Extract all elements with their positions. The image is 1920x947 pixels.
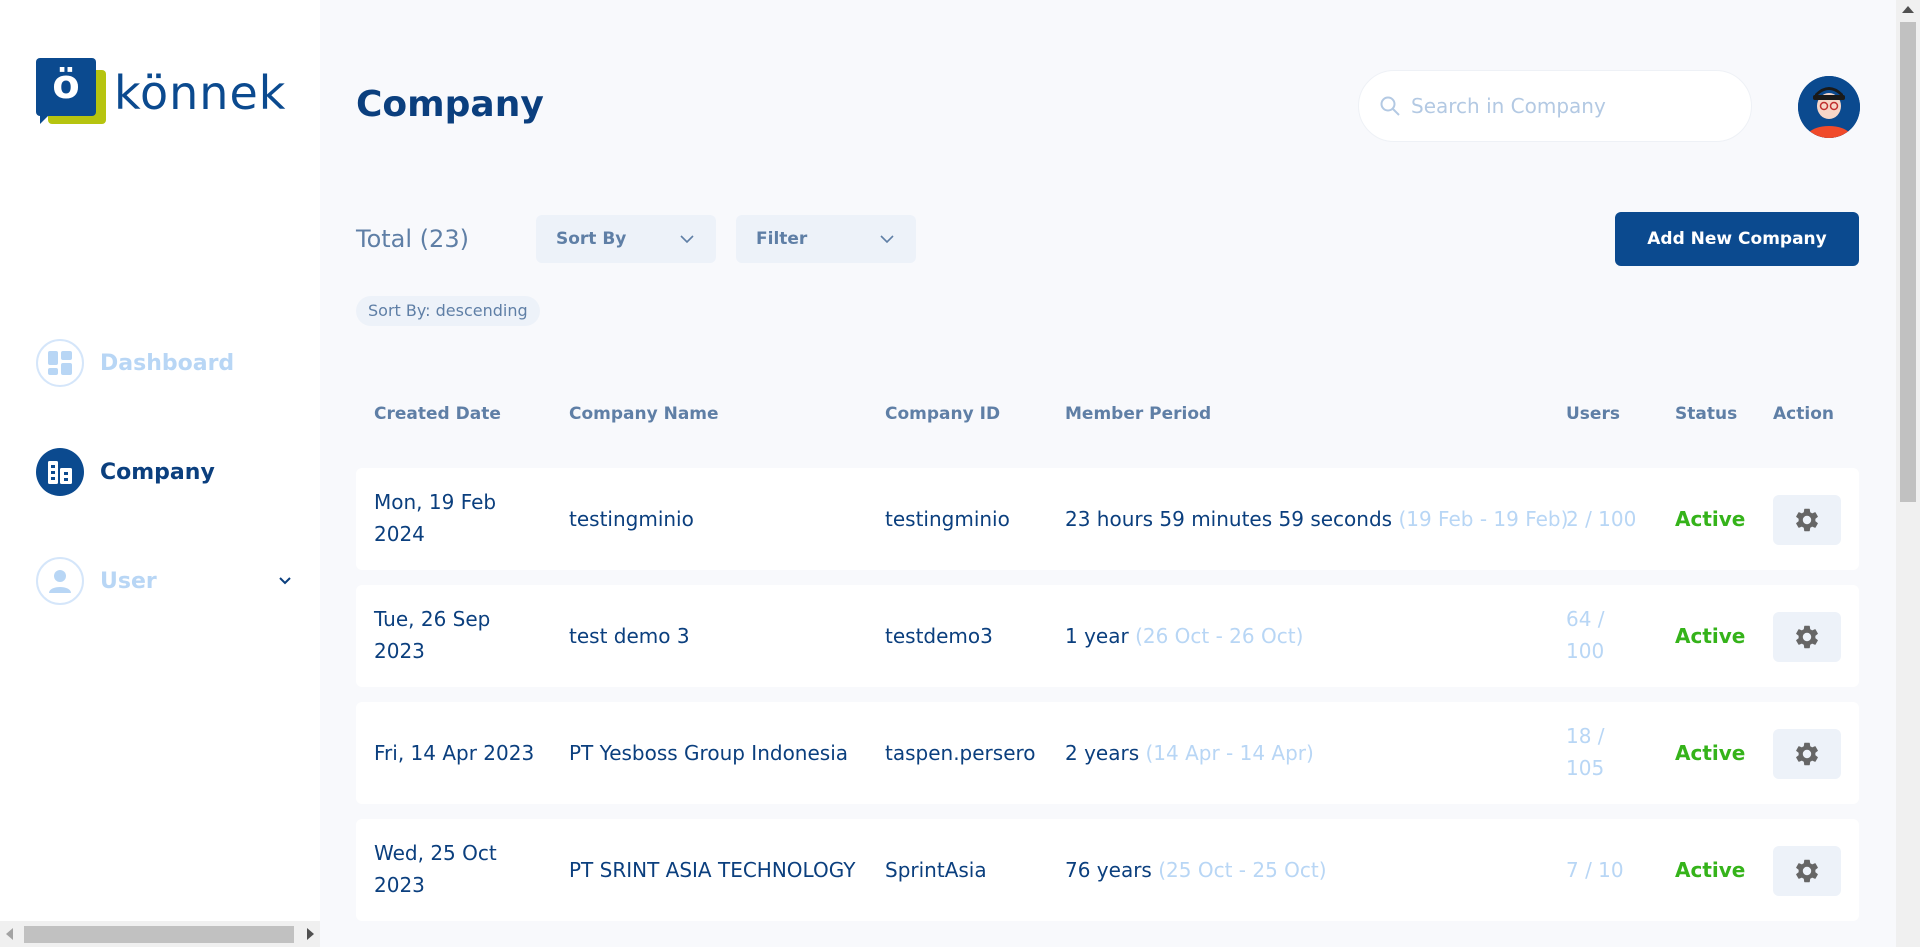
table-header: Created Date Company Name Company ID Mem… bbox=[356, 404, 1859, 430]
table-row[interactable]: Wed, 25 Oct 2023 PT SRINT ASIA TECHNOLOGY… bbox=[356, 819, 1859, 921]
column-header-company-id: Company ID bbox=[885, 404, 1001, 424]
sidebar: ö könnek Dashboard Company User bbox=[0, 0, 320, 947]
column-header-company-name: Company Name bbox=[569, 404, 719, 424]
sort-by-label: Sort By bbox=[556, 229, 627, 249]
company-id: taspen.persero bbox=[885, 741, 1036, 765]
status-badge: Active bbox=[1675, 507, 1746, 531]
member-period: 2 years (14 Apr - 14 Apr) bbox=[1065, 741, 1314, 765]
settings-button[interactable] bbox=[1773, 729, 1841, 779]
company-id: testdemo3 bbox=[885, 624, 993, 648]
sidebar-nav: Dashboard Company User bbox=[36, 338, 296, 665]
scroll-left-icon[interactable] bbox=[6, 928, 13, 940]
created-date: Wed, 25 Oct 2023 bbox=[374, 841, 497, 897]
scroll-right-icon[interactable] bbox=[307, 928, 314, 940]
building-icon bbox=[36, 448, 84, 496]
logo-mark: ö bbox=[36, 58, 108, 128]
vertical-scrollbar[interactable] bbox=[1896, 0, 1920, 947]
member-period: 23 hours 59 minutes 59 seconds (19 Feb -… bbox=[1065, 507, 1569, 531]
gear-icon bbox=[1796, 859, 1818, 883]
scrollbar-thumb[interactable] bbox=[24, 926, 294, 943]
status-badge: Active bbox=[1675, 741, 1746, 765]
table-row[interactable]: Mon, 19 Feb 2024 testingminio testingmini… bbox=[356, 468, 1859, 570]
add-new-company-button[interactable]: Add New Company bbox=[1615, 212, 1859, 266]
settings-button[interactable] bbox=[1773, 495, 1841, 545]
member-period: 1 year (26 Oct - 26 Oct) bbox=[1065, 624, 1304, 648]
avatar[interactable] bbox=[1798, 76, 1860, 138]
sidebar-item-label: User bbox=[100, 568, 157, 594]
users-count: 64 /100 bbox=[1566, 607, 1605, 663]
sort-chip: Sort By: descending bbox=[356, 296, 540, 326]
column-header-action: Action bbox=[1773, 404, 1834, 424]
sidebar-item-company[interactable]: Company bbox=[36, 447, 296, 497]
search-input[interactable] bbox=[1411, 94, 1731, 118]
total-count: Total (23) bbox=[356, 225, 469, 253]
settings-button[interactable] bbox=[1773, 612, 1841, 662]
scroll-up-icon[interactable] bbox=[1902, 6, 1914, 13]
user-icon bbox=[36, 557, 84, 605]
gear-icon bbox=[1796, 508, 1818, 532]
company-table: Mon, 19 Feb 2024 testingminio testingmini… bbox=[356, 468, 1859, 936]
column-header-created-date: Created Date bbox=[374, 404, 501, 424]
users-count: 2 / 100 bbox=[1566, 507, 1637, 531]
gear-icon bbox=[1796, 625, 1818, 649]
created-date: Fri, 14 Apr 2023 bbox=[374, 741, 535, 765]
scrollbar-thumb[interactable] bbox=[1900, 22, 1916, 502]
table-row[interactable]: Fri, 14 Apr 2023 PT Yesboss Group Indone… bbox=[356, 702, 1859, 804]
filter-label: Filter bbox=[756, 229, 808, 249]
sidebar-item-dashboard[interactable]: Dashboard bbox=[36, 338, 296, 388]
column-header-member-period: Member Period bbox=[1065, 404, 1212, 424]
search-box[interactable] bbox=[1358, 70, 1752, 142]
status-badge: Active bbox=[1675, 858, 1746, 882]
created-date: Tue, 26 Sep 2023 bbox=[374, 607, 491, 663]
column-header-status: Status bbox=[1675, 404, 1738, 424]
sort-by-dropdown[interactable]: Sort By bbox=[536, 215, 716, 263]
dashboard-icon bbox=[36, 339, 84, 387]
sidebar-item-label: Dashboard bbox=[100, 350, 235, 376]
horizontal-scrollbar[interactable] bbox=[0, 921, 320, 947]
page-title: Company bbox=[356, 84, 544, 125]
company-name: testingminio bbox=[569, 507, 694, 531]
company-name: PT SRINT ASIA TECHNOLOGY bbox=[569, 858, 856, 882]
konnek-logo[interactable]: ö könnek bbox=[36, 58, 286, 128]
member-period: 76 years (25 Oct - 25 Oct) bbox=[1065, 858, 1327, 882]
settings-button[interactable] bbox=[1773, 846, 1841, 896]
chevron-down-icon bbox=[880, 235, 894, 244]
company-id: testingminio bbox=[885, 507, 1010, 531]
chevron-down-icon bbox=[680, 235, 694, 244]
gear-icon bbox=[1796, 742, 1818, 766]
users-count: 7 / 10 bbox=[1566, 858, 1624, 882]
status-badge: Active bbox=[1675, 624, 1746, 648]
chevron-down-icon[interactable] bbox=[274, 570, 296, 592]
company-id: SprintAsia bbox=[885, 858, 987, 882]
sidebar-item-user[interactable]: User bbox=[36, 556, 296, 606]
column-header-users: Users bbox=[1566, 404, 1620, 424]
avatar-icon bbox=[1798, 76, 1860, 138]
company-name: test demo 3 bbox=[569, 624, 690, 648]
created-date: Mon, 19 Feb 2024 bbox=[374, 490, 497, 546]
search-icon bbox=[1380, 96, 1400, 116]
company-name: PT Yesboss Group Indonesia bbox=[569, 741, 849, 765]
logo-text: könnek bbox=[114, 66, 287, 120]
table-row[interactable]: Tue, 26 Sep 2023 test demo 3 testdemo3 1 … bbox=[356, 585, 1859, 687]
users-count: 18 /105 bbox=[1566, 724, 1605, 780]
sidebar-item-label: Company bbox=[100, 459, 215, 485]
filter-dropdown[interactable]: Filter bbox=[736, 215, 916, 263]
